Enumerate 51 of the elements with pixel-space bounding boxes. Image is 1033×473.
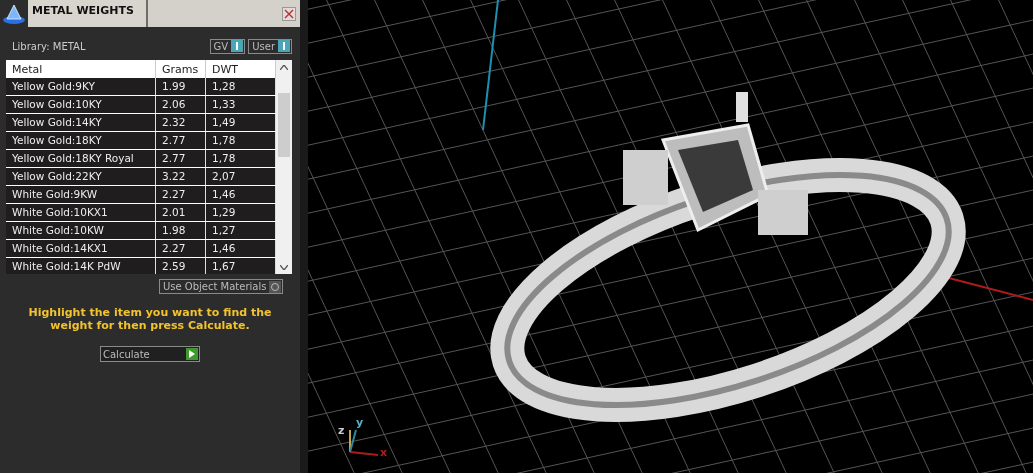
table-cell: Yellow Gold:9KY <box>6 78 156 95</box>
table-cell: White Gold:10KW <box>6 222 156 239</box>
table-cell: 3.22 <box>156 168 206 185</box>
table-cell: 1,46 <box>206 186 276 203</box>
use-object-materials-toggle[interactable]: Use Object Materials <box>159 279 283 294</box>
scroll-up-icon[interactable] <box>280 64 288 70</box>
table-cell: 2.59 <box>156 258 206 274</box>
table-cell: 1,29 <box>206 204 276 221</box>
table-cell: 2.32 <box>156 114 206 131</box>
table-cell: 2.77 <box>156 150 206 167</box>
table-cell: 2,07 <box>206 168 276 185</box>
table-cell: 2.01 <box>156 204 206 221</box>
table-cell: Yellow Gold:10KY <box>6 96 156 113</box>
library-label: Library: METAL <box>12 40 87 52</box>
panel-title: METAL WEIGHTS <box>28 0 148 27</box>
x-axis-label: x <box>380 446 388 459</box>
z-axis-label: z <box>338 424 345 437</box>
table-cell: White Gold:14K PdW <box>6 258 156 274</box>
table-cell: 2.27 <box>156 240 206 257</box>
table-cell: 2.77 <box>156 132 206 149</box>
play-icon <box>189 350 195 358</box>
table-cell: Yellow Gold:18KY Royal <box>6 150 156 167</box>
table-cell: 2.06 <box>156 96 206 113</box>
scrollbar-thumb[interactable] <box>278 93 290 157</box>
table-cell: White Gold:14KX1 <box>6 240 156 257</box>
scrollbar[interactable] <box>276 60 292 274</box>
table-cell: 1,78 <box>206 150 276 167</box>
table-cell: 1,49 <box>206 114 276 131</box>
axis-gizmo-drawing <box>349 429 379 456</box>
scroll-down-icon[interactable] <box>280 264 288 270</box>
cone-logo-icon <box>2 2 26 25</box>
close-button[interactable] <box>282 6 296 21</box>
table-cell: 1,46 <box>206 240 276 257</box>
table-cell: 1.99 <box>156 78 206 95</box>
table-cell: White Gold:9KW <box>6 186 156 203</box>
table-cell: Yellow Gold:22KY <box>6 168 156 185</box>
table-cell: Yellow Gold:14KY <box>6 114 156 131</box>
table-cell: 1,33 <box>206 96 276 113</box>
toggle-switch[interactable]: GV <box>209 38 246 54</box>
table-cell: 1.98 <box>156 222 206 239</box>
table-cell: 1,27 <box>206 222 276 239</box>
instruction-text: Highlight the item you want to find the weight for then press Calculate. <box>27 306 273 332</box>
table-cell: Yellow Gold:18KY <box>6 132 156 149</box>
table-cell: 1,78 <box>206 132 276 149</box>
table-cell: 1,67 <box>206 258 276 274</box>
toggle-switch[interactable]: User <box>248 38 292 54</box>
table-cell: White Gold:10KX1 <box>6 204 156 221</box>
y-axis-label: y <box>356 416 364 429</box>
table-cell: 1,28 <box>206 78 276 95</box>
calculate-button[interactable]: Calculate <box>100 346 200 362</box>
table-cell: 2.27 <box>156 186 206 203</box>
